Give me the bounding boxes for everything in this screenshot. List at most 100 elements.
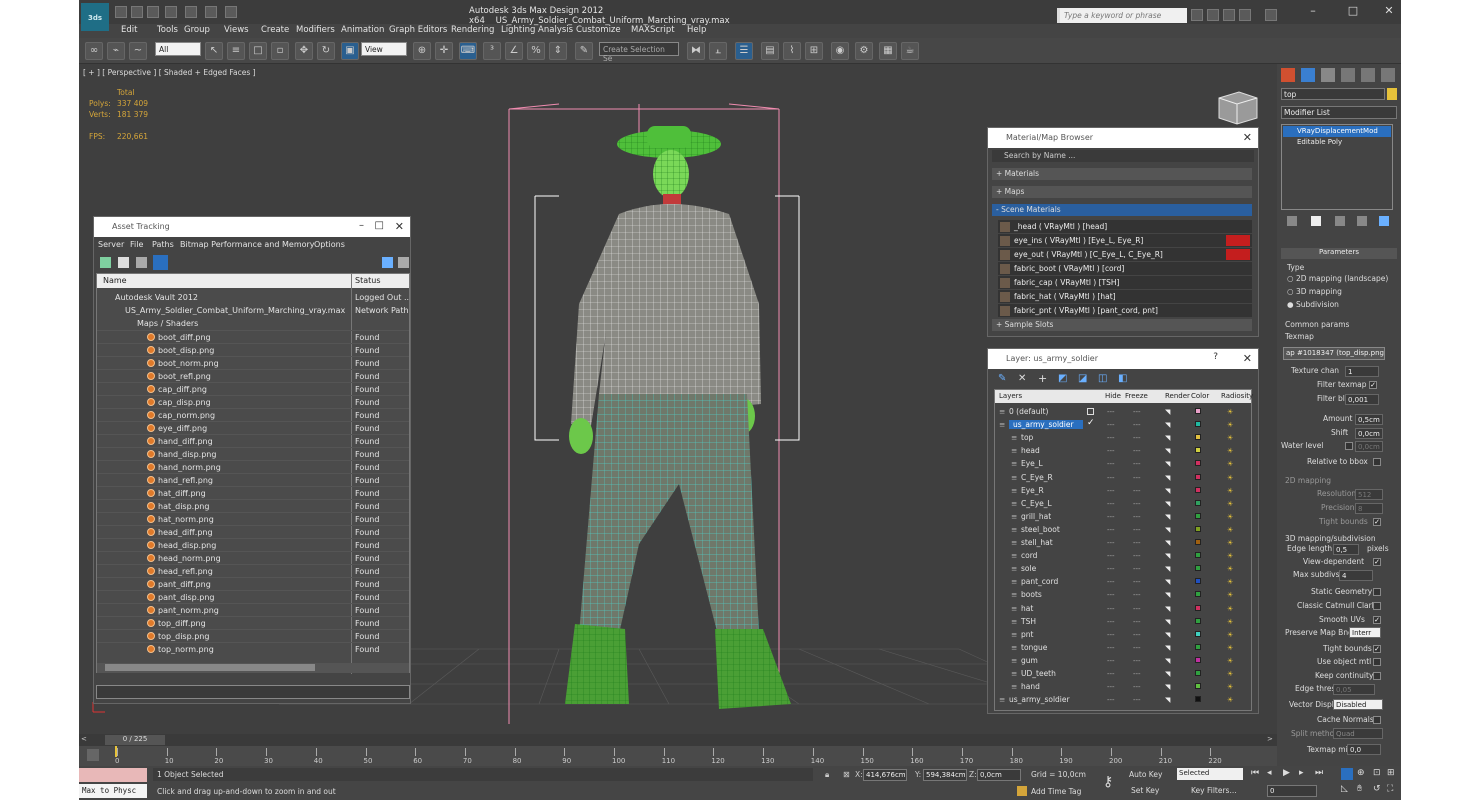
pan-icon[interactable]: ✋︎ (1357, 784, 1362, 794)
table-row[interactable]: pant_disp.png Found (97, 590, 409, 603)
bind-space-warp-icon[interactable]: ~ (129, 42, 147, 60)
redo-icon[interactable] (185, 6, 197, 18)
mirror-icon[interactable]: ⧓ (687, 42, 705, 60)
scene-material-item[interactable]: fabric_cap ( VRayMtl ) [TSH] (998, 276, 1252, 289)
window-crossing-icon[interactable]: ▫ (271, 42, 289, 60)
table-row[interactable]: hat_disp.png Found (97, 499, 409, 512)
infocenter-search-input[interactable]: Type a keyword or phrase (1060, 8, 1187, 23)
layer-row[interactable]: ≡ hand --- --- ◥ ☀ (995, 680, 1251, 693)
shift-spinner[interactable]: 0,0cm (1355, 428, 1383, 439)
scene-material-item[interactable]: eye_ins ( VRayMtl ) [Eye_L, Eye_R] (998, 234, 1252, 247)
unlink-icon[interactable]: ⌁ (107, 42, 125, 60)
communication-icon[interactable] (1223, 9, 1235, 21)
freeze-toggle[interactable]: --- (1133, 526, 1141, 534)
asset-maximize-button[interactable]: □ (375, 220, 384, 231)
hide-toggle[interactable]: --- (1107, 670, 1115, 678)
render-teapot-icon[interactable]: ◥ (1165, 644, 1170, 652)
hide-toggle[interactable]: --- (1107, 618, 1115, 626)
render-teapot-icon[interactable]: ◥ (1165, 696, 1170, 704)
layer-manager-icon[interactable]: ☰ (735, 42, 753, 60)
menu-edit[interactable]: Edit (121, 25, 137, 35)
radiosity-icon[interactable]: ☀ (1227, 552, 1233, 560)
render-teapot-icon[interactable]: ◥ (1165, 539, 1170, 547)
hide-toggle[interactable]: --- (1107, 474, 1115, 482)
freeze-toggle[interactable]: --- (1133, 565, 1141, 573)
go-to-start-icon[interactable]: ⏮ (1251, 768, 1259, 778)
hide-toggle[interactable]: --- (1107, 644, 1115, 652)
new-file-icon[interactable] (115, 6, 127, 18)
render-teapot-icon[interactable]: ◥ (1165, 565, 1170, 573)
spinner-snap-icon[interactable]: ⇕ (549, 42, 567, 60)
stack-item-editable-poly[interactable]: Editable Poly (1283, 137, 1391, 148)
layer-row[interactable]: ≡ stell_hat --- --- ◥ ☀ (995, 536, 1251, 549)
soldier-model[interactable] (565, 126, 791, 709)
rendered-frame-window-icon[interactable]: ▦ (879, 42, 897, 60)
layer-color-swatch[interactable] (1195, 683, 1201, 690)
configure-sets-icon[interactable] (1379, 216, 1389, 226)
menu-animation[interactable]: Animation (341, 25, 384, 35)
render-teapot-icon[interactable]: ◥ (1165, 434, 1170, 442)
layer-close-button[interactable]: ✕ (1243, 352, 1252, 365)
hide-toggle[interactable]: --- (1107, 447, 1115, 455)
render-teapot-icon[interactable]: ◥ (1165, 421, 1170, 429)
hide-toggle[interactable]: --- (1107, 696, 1115, 704)
freeze-toggle[interactable]: --- (1133, 644, 1141, 652)
maxscript-listener-mini[interactable] (79, 768, 147, 782)
angle-snap-icon[interactable]: ∠ (505, 42, 523, 60)
menu-views[interactable]: Views (224, 25, 249, 35)
play-icon[interactable]: ▶ (1283, 768, 1290, 778)
freeze-toggle[interactable]: --- (1133, 618, 1141, 626)
table-row[interactable]: pant_norm.png Found (97, 603, 409, 616)
freeze-toggle[interactable]: --- (1133, 434, 1141, 442)
radiosity-icon[interactable]: ☀ (1227, 513, 1233, 521)
hide-toggle[interactable]: --- (1107, 460, 1115, 468)
keep-continuity-checkbox[interactable] (1373, 672, 1381, 680)
freeze-toggle[interactable]: --- (1133, 683, 1141, 691)
hide-toggle[interactable]: --- (1107, 631, 1115, 639)
use-object-mtl-checkbox[interactable] (1373, 658, 1381, 666)
layer-row[interactable]: ≡ us_army_soldier ✓ --- --- ◥ ☀ (995, 418, 1251, 431)
layer-color-swatch[interactable] (1195, 421, 1201, 428)
table-view-icon[interactable] (136, 257, 147, 268)
table-row[interactable]: pant_diff.png Found (97, 577, 409, 590)
grid-view-icon[interactable] (153, 255, 168, 270)
render-teapot-icon[interactable]: ◥ (1165, 657, 1170, 665)
y-coordinate-field[interactable]: 594,384cm (923, 769, 967, 781)
table-row[interactable]: boot_diff.png Found (97, 330, 409, 343)
perspective-viewport[interactable]: [ + ] [ Perspective ] [ Shaded + Edged F… (79, 64, 1277, 734)
layer-row[interactable]: ≡ C_Eye_R --- --- ◥ ☀ (995, 471, 1251, 484)
time-tag-icon[interactable] (1017, 786, 1027, 796)
layer-row[interactable]: ≡ hat --- --- ◥ ☀ (995, 602, 1251, 615)
radiosity-icon[interactable]: ☀ (1227, 591, 1233, 599)
render-teapot-icon[interactable]: ◥ (1165, 513, 1170, 521)
motion-tab-icon[interactable] (1341, 68, 1355, 82)
freeze-all-layers-icon[interactable]: ◧ (1118, 373, 1127, 384)
time-slider-thumb[interactable]: 0 / 225 (105, 735, 165, 745)
freeze-toggle[interactable]: --- (1133, 670, 1141, 678)
track-bar[interactable]: 0 10 20 30 40 50 60 70 80 90 100 110 120 130 140 150 160… (79, 746, 1277, 766)
parameters-rollout-header[interactable]: Parameters (1281, 248, 1397, 259)
layer-row[interactable]: ≡ cord --- --- ◥ ☀ (995, 549, 1251, 562)
menu-modifiers[interactable]: Modifiers (296, 25, 335, 35)
table-row[interactable]: head_diff.png Found (97, 525, 409, 538)
asset-close-button[interactable]: ✕ (395, 220, 404, 233)
table-row-vault[interactable]: Autodesk Vault 2012 Logged Out ... (97, 291, 409, 304)
layer-color-swatch[interactable] (1195, 696, 1201, 703)
radiosity-icon[interactable]: ☀ (1227, 487, 1233, 495)
table-row[interactable]: eye_diff.png Found (97, 421, 409, 434)
save-file-icon[interactable] (147, 6, 159, 18)
table-row[interactable]: top_disp.png Found (97, 629, 409, 642)
remove-modifier-icon[interactable] (1357, 216, 1367, 226)
scene-material-item[interactable]: fabric_pnt ( VRayMtl ) [pant_cord, pnt] (998, 304, 1252, 317)
asset-menu-options[interactable]: Options (314, 240, 345, 249)
radiosity-icon[interactable]: ☀ (1227, 670, 1233, 678)
menu-rendering[interactable]: Rendering (451, 25, 494, 35)
hide-toggle[interactable]: --- (1107, 421, 1115, 429)
menu-create[interactable]: Create (261, 25, 289, 35)
render-teapot-icon[interactable]: ◥ (1165, 670, 1170, 678)
selection-lock-icon[interactable]: 🔒︎ (825, 770, 829, 780)
material-editor-icon[interactable]: ◉ (831, 42, 849, 60)
graphite-ribbon-icon[interactable]: ▤ (761, 42, 779, 60)
layer-color-swatch[interactable] (1195, 630, 1201, 637)
materials-section[interactable]: + Materials (992, 168, 1252, 180)
